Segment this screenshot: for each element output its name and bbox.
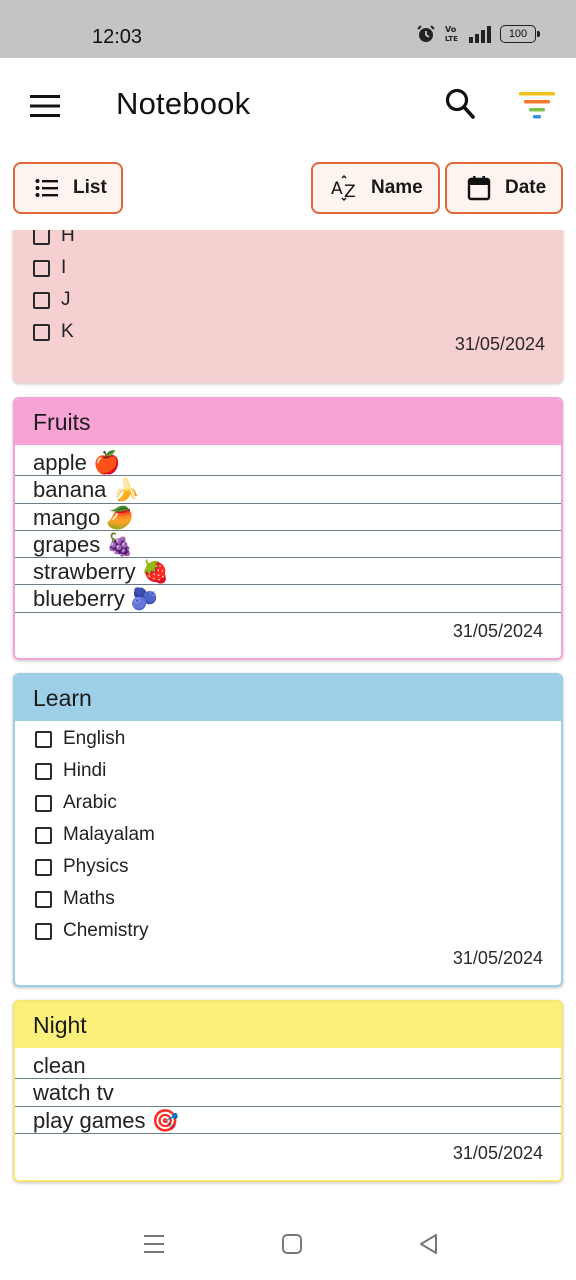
checklist-item-label: Maths (63, 888, 115, 909)
note-card-learn[interactable]: Learn English Hindi Arabic Malayalam Phy… (13, 673, 563, 987)
calendar-icon (467, 176, 491, 201)
sort-by-date-button[interactable]: Date (445, 162, 563, 214)
note-date: 31/05/2024 (454, 334, 545, 354)
checkbox[interactable] (35, 858, 52, 876)
menu-icon[interactable] (28, 92, 62, 120)
note-card-checklist[interactable]: H I J K 31/05/2024 (13, 230, 563, 383)
checklist-item: I (13, 252, 563, 284)
filter-icon[interactable] (518, 90, 556, 120)
checkbox[interactable] (35, 794, 52, 812)
battery-icon: 100 (500, 25, 540, 43)
status-icons: Vo LTE 100 (416, 24, 540, 44)
notes-list: H I J K 31/05/2024 Fruits apple 🍎 banana… (0, 230, 576, 1200)
volte-icon: Vo LTE (445, 25, 458, 43)
checkbox[interactable] (33, 323, 50, 341)
checklist-item: J (13, 284, 563, 316)
note-line: play games 🎯 (15, 1107, 561, 1134)
checklist-item: Maths (15, 883, 561, 915)
checklist-item: Hindi (15, 755, 561, 787)
note-title: Night (15, 1002, 561, 1048)
battery-level: 100 (508, 28, 528, 40)
sort-toolbar: List A Z Name Date (0, 154, 576, 224)
status-time: 12:03 (92, 26, 143, 48)
checklist-item-label: Physics (63, 856, 129, 877)
note-card-fruits[interactable]: Fruits apple 🍎 banana 🍌 mango 🥭 grapes 🍇… (13, 397, 563, 660)
page-title: Notebook (116, 86, 251, 121)
note-line: clean (15, 1052, 561, 1080)
app-bar: Notebook (0, 58, 576, 154)
svg-text:A: A (331, 179, 343, 199)
svg-text:LTE: LTE (445, 35, 458, 43)
checklist-item: Physics (15, 851, 561, 883)
note-line: grapes 🍇 (15, 531, 561, 559)
list-view-label: List (73, 177, 107, 198)
sort-by-name-button[interactable]: A Z Name (311, 162, 440, 214)
note-line: mango 🥭 (15, 504, 561, 531)
checkbox[interactable] (35, 730, 52, 748)
checklist-item: English (15, 723, 561, 755)
note-date: 31/05/2024 (452, 948, 543, 968)
note-date: 31/05/2024 (452, 621, 543, 641)
checklist-item: Malayalam (15, 819, 561, 851)
checklist-item-label: Arabic (63, 792, 117, 813)
status-bar: 12:03 Vo LTE 100 (0, 0, 576, 58)
system-nav-bar (0, 1210, 576, 1280)
checklist-item-label: K (61, 321, 74, 342)
note-line: apple 🍎 (15, 449, 561, 477)
checklist-item-label: H (61, 230, 75, 246)
checklist-item-label: I (61, 257, 67, 278)
checklist-item: H (13, 230, 563, 252)
list-view-button[interactable]: List (13, 162, 123, 214)
checkbox[interactable] (35, 826, 52, 844)
checklist-item: Arabic (15, 787, 561, 819)
note-title: Learn (15, 675, 561, 721)
checkbox[interactable] (33, 259, 50, 277)
note-card-night[interactable]: Night clean watch tv play games 🎯 31/05/… (13, 1000, 563, 1182)
svg-text:Vo: Vo (445, 25, 457, 34)
signal-icon (469, 26, 491, 43)
sort-alpha-icon: A Z (331, 175, 356, 201)
checkbox[interactable] (33, 291, 50, 309)
checkbox[interactable] (35, 762, 52, 780)
checklist-item-label: Hindi (63, 760, 107, 781)
note-line: strawberry 🍓 (15, 558, 561, 586)
list-icon (35, 179, 58, 197)
search-icon[interactable] (444, 86, 476, 122)
note-line: blueberry 🫐 (15, 585, 561, 613)
checklist-item-label: J (61, 289, 71, 310)
checklist-item-label: English (63, 728, 126, 749)
sort-by-name-label: Name (371, 177, 423, 198)
note-line: banana 🍌 (15, 476, 561, 504)
alarm-icon (417, 25, 435, 42)
checkbox[interactable] (35, 890, 52, 908)
checklist-item-label: Malayalam (63, 824, 155, 845)
checkbox[interactable] (33, 230, 50, 245)
sort-by-date-label: Date (505, 177, 547, 198)
home-icon[interactable] (281, 1232, 303, 1256)
checklist-item-label: Chemistry (63, 920, 149, 941)
recent-apps-icon[interactable] (143, 1232, 165, 1256)
checkbox[interactable] (35, 922, 52, 940)
checklist-item: Chemistry (15, 915, 561, 947)
note-title: Fruits (15, 399, 561, 445)
back-icon[interactable] (418, 1232, 440, 1256)
note-line: watch tv (15, 1079, 561, 1107)
note-date: 31/05/2024 (452, 1143, 543, 1163)
